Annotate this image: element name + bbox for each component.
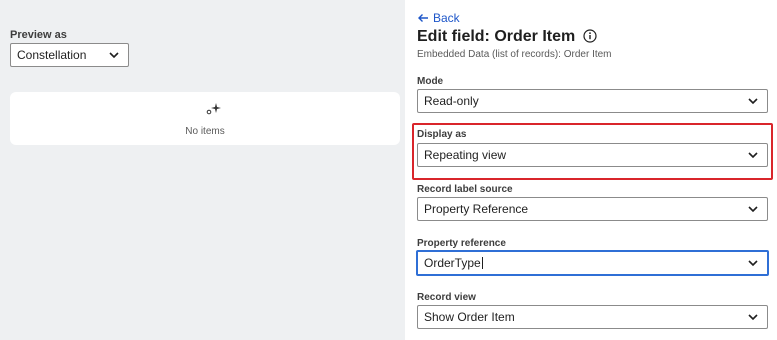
back-link[interactable]: Back — [417, 11, 460, 25]
preview-pane: Preview as Constellation No items — [0, 0, 405, 340]
mode-label: Mode — [417, 76, 444, 87]
text-cursor — [481, 257, 483, 269]
property-reference-select[interactable]: OrderType — [416, 250, 769, 276]
record-label-source-label: Record label source — [417, 184, 513, 195]
preview-as-value: Constellation — [17, 48, 87, 62]
preview-as-label: Preview as — [10, 29, 67, 41]
back-label: Back — [433, 11, 460, 25]
back-arrow-icon — [418, 14, 428, 22]
record-view-label: Record view — [417, 292, 476, 303]
mode-select[interactable]: Read-only — [417, 89, 768, 113]
record-view-value: Show Order Item — [424, 310, 515, 324]
empty-state-text: No items — [185, 126, 225, 137]
display-as-value: Repeating view — [424, 148, 507, 162]
page-title: Edit field: Order Item — [417, 28, 576, 45]
record-label-source-select[interactable]: Property Reference — [417, 197, 768, 221]
sparkle-icon — [206, 103, 221, 115]
record-label-source-value: Property Reference — [424, 202, 529, 216]
edit-field-panel: Back Edit field: Order Item Embedded Dat… — [405, 0, 777, 340]
property-reference-label: Property reference — [417, 238, 506, 249]
chevron-down-icon — [748, 314, 758, 321]
chevron-down-icon — [748, 98, 758, 105]
empty-list-card: No items — [10, 92, 400, 145]
record-view-select[interactable]: Show Order Item — [417, 305, 768, 329]
mode-value: Read-only — [424, 94, 479, 108]
display-as-select[interactable]: Repeating view — [417, 143, 768, 167]
chevron-down-icon — [748, 206, 758, 213]
field-subtitle: Embedded Data (list of records): Order I… — [417, 49, 612, 60]
chevron-down-icon — [109, 52, 119, 59]
display-as-label: Display as — [417, 129, 467, 140]
info-icon[interactable] — [583, 29, 597, 43]
chevron-down-icon — [748, 260, 758, 267]
property-reference-value: OrderType — [424, 256, 481, 270]
chevron-down-icon — [748, 152, 758, 159]
preview-as-select[interactable]: Constellation — [10, 43, 129, 67]
